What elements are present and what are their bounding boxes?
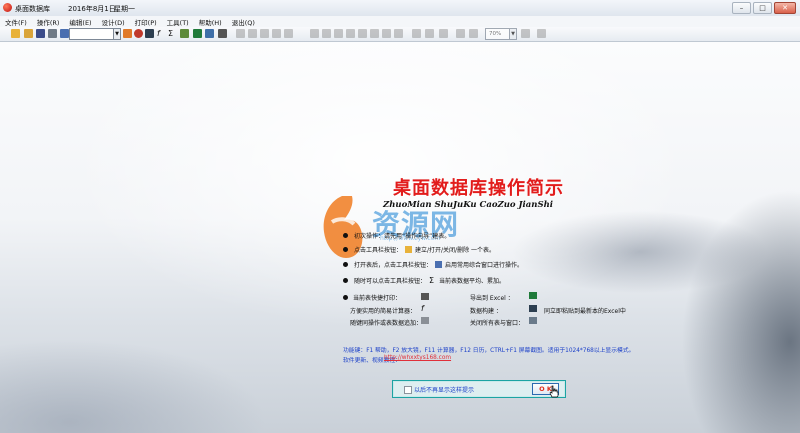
- function-icon[interactable]: f: [157, 29, 166, 38]
- page-subtitle-pinyin: ZhuoMian ShuJuKu CaoZuo JianShi: [383, 200, 553, 210]
- format-icon: [529, 305, 537, 312]
- tip-text: 打开表后，点击工具栏按钮：: [354, 262, 433, 269]
- printer-icon: [421, 293, 429, 300]
- update-link[interactable]: http://whxxtys168.com: [384, 355, 451, 361]
- close-windows-icon: [529, 317, 537, 324]
- app-logo-icon: [3, 3, 12, 12]
- print-preview-icon[interactable]: [48, 29, 57, 38]
- hand-cursor-icon: [549, 385, 559, 398]
- bullet-icon: [343, 295, 348, 300]
- zoom-dropdown[interactable]: 70% ▼: [485, 28, 517, 40]
- append-data-label: 随键同操作或表数据追加：: [350, 320, 423, 327]
- find-icon[interactable]: [346, 29, 355, 38]
- desktop-area: 资源网 http://www.zyw.com 桌面数据库操作简示 ZhuoMia…: [0, 42, 800, 433]
- tip-text: 建立/打开/关闭/删除 一个表。: [415, 247, 495, 254]
- layout-icon[interactable]: [394, 29, 403, 38]
- calculator-label: 方便实用的简易计算器：: [350, 308, 417, 315]
- menu-tools[interactable]: 工具(T): [162, 17, 194, 27]
- table-icon[interactable]: [60, 29, 69, 38]
- append-icon: [421, 317, 429, 324]
- tip-row-1: 初次操作：请先用“操作向导”建表。: [343, 231, 450, 240]
- dont-show-again-label[interactable]: 以后不再显示这样提示: [414, 385, 474, 394]
- excel-icon: [529, 292, 537, 299]
- page-icon[interactable]: [439, 29, 448, 38]
- edit-icon[interactable]: [180, 29, 189, 38]
- window-controls: – □ ✕: [732, 2, 796, 14]
- paste-icon[interactable]: [260, 29, 269, 38]
- last-record-icon[interactable]: [469, 29, 478, 38]
- open-folder-icon[interactable]: [11, 29, 20, 38]
- tip-text: 当前表数据平均、累加。: [439, 278, 506, 285]
- tools-icon[interactable]: [358, 29, 367, 38]
- filter-icon[interactable]: [334, 29, 343, 38]
- minimize-button[interactable]: –: [732, 2, 751, 14]
- bullet-icon: [343, 262, 348, 267]
- tip-text: 初次操作：请先用“操作向导”建表。: [354, 233, 451, 240]
- table-selector-dropdown[interactable]: ▼: [69, 28, 121, 40]
- window-title: 桌面数据库: [15, 5, 50, 13]
- close-button[interactable]: ✕: [774, 2, 796, 14]
- maximize-button[interactable]: □: [753, 2, 772, 14]
- sum-icon[interactable]: Σ: [168, 29, 177, 38]
- calculator-icon[interactable]: [205, 29, 214, 38]
- copy-icon[interactable]: [248, 29, 257, 38]
- quick-print-label: 当前表快捷打印：: [353, 295, 402, 302]
- current-date: 2016年8月1日: [68, 5, 116, 13]
- function-icon: f: [421, 304, 424, 313]
- dont-show-again-checkbox[interactable]: [404, 386, 412, 394]
- menu-exit[interactable]: 退出(Q): [227, 17, 260, 27]
- menu-design[interactable]: 设计(D): [97, 17, 130, 27]
- tip-row-3: 打开表后，点击工具栏按钮： 启用常用综合窗口进行操作。: [343, 260, 523, 269]
- chart-icon[interactable]: [123, 29, 132, 38]
- next-record-icon[interactable]: [456, 29, 465, 38]
- save-icon[interactable]: [36, 29, 45, 38]
- sum-icon: Σ: [429, 276, 435, 285]
- folder-icon[interactable]: [24, 29, 33, 38]
- menu-file[interactable]: 文件(F): [0, 17, 32, 27]
- toolbar: ▼ f Σ 70% ▼: [0, 27, 800, 42]
- align-icon[interactable]: [310, 29, 319, 38]
- chevron-down-icon: ▼: [509, 29, 516, 39]
- zoom-value: 70%: [489, 31, 502, 37]
- open-folder-icon: [405, 246, 413, 253]
- view-icon[interactable]: [382, 29, 391, 38]
- tip-row-2: 点击工具栏按钮： 建立/打开/关闭/删除 一个表。: [343, 245, 495, 254]
- tip-text: 随时可以点击工具栏按钮：: [354, 278, 427, 285]
- record-icon[interactable]: [134, 29, 143, 38]
- table-icon: [435, 261, 443, 268]
- dialog-footer: 以后不再显示这样提示 O K: [392, 380, 566, 398]
- bullet-icon: [343, 233, 348, 238]
- menu-edit[interactable]: 编辑(E): [64, 17, 96, 27]
- menu-operate[interactable]: 操作(R): [32, 17, 65, 27]
- page-title: 桌面数据库操作简示: [393, 178, 564, 199]
- chevron-down-icon: ▼: [113, 29, 120, 39]
- export-excel-label: 导出到 Excel ：: [470, 295, 514, 302]
- redo-icon[interactable]: [284, 29, 293, 38]
- cut-icon[interactable]: [236, 29, 245, 38]
- prev-record-icon[interactable]: [425, 29, 434, 38]
- tip-text: 启用常用综合窗口进行操作。: [445, 262, 524, 269]
- current-weekday: 星期一: [114, 5, 135, 13]
- menu-print[interactable]: 打印(P): [130, 17, 162, 27]
- bullet-icon: [343, 278, 348, 283]
- settings-icon[interactable]: [370, 29, 379, 38]
- excel-paste-label: 同立即粘贴到最新本的Excel中: [544, 308, 626, 315]
- print-icon[interactable]: [537, 29, 546, 38]
- sort-icon[interactable]: [322, 29, 331, 38]
- title-bar: 桌面数据库 2016年8月1日 星期一 – □ ✕: [0, 0, 800, 17]
- first-record-icon[interactable]: [412, 29, 421, 38]
- tip-row-4: 随时可以点击工具栏按钮： Σ 当前表数据平均、累加。: [343, 276, 505, 285]
- hotkeys-text: 功能键：F1 帮助，F2 放大镜，F11 计算器，F12 日历，CTRL+F1 …: [343, 348, 635, 354]
- excel-icon[interactable]: [193, 29, 202, 38]
- close-all-label: 关闭所有表与窗口：: [470, 320, 525, 327]
- undo-icon[interactable]: [272, 29, 281, 38]
- zoom-in-icon[interactable]: [521, 29, 530, 38]
- bullet-icon: [343, 247, 348, 252]
- menu-help[interactable]: 帮助(H): [194, 17, 227, 27]
- data-build-label: 数据构建 ：: [470, 308, 502, 315]
- format-icon[interactable]: [145, 29, 154, 38]
- printer-icon[interactable]: [218, 29, 227, 38]
- tip-text: 点击工具栏按钮：: [354, 247, 403, 254]
